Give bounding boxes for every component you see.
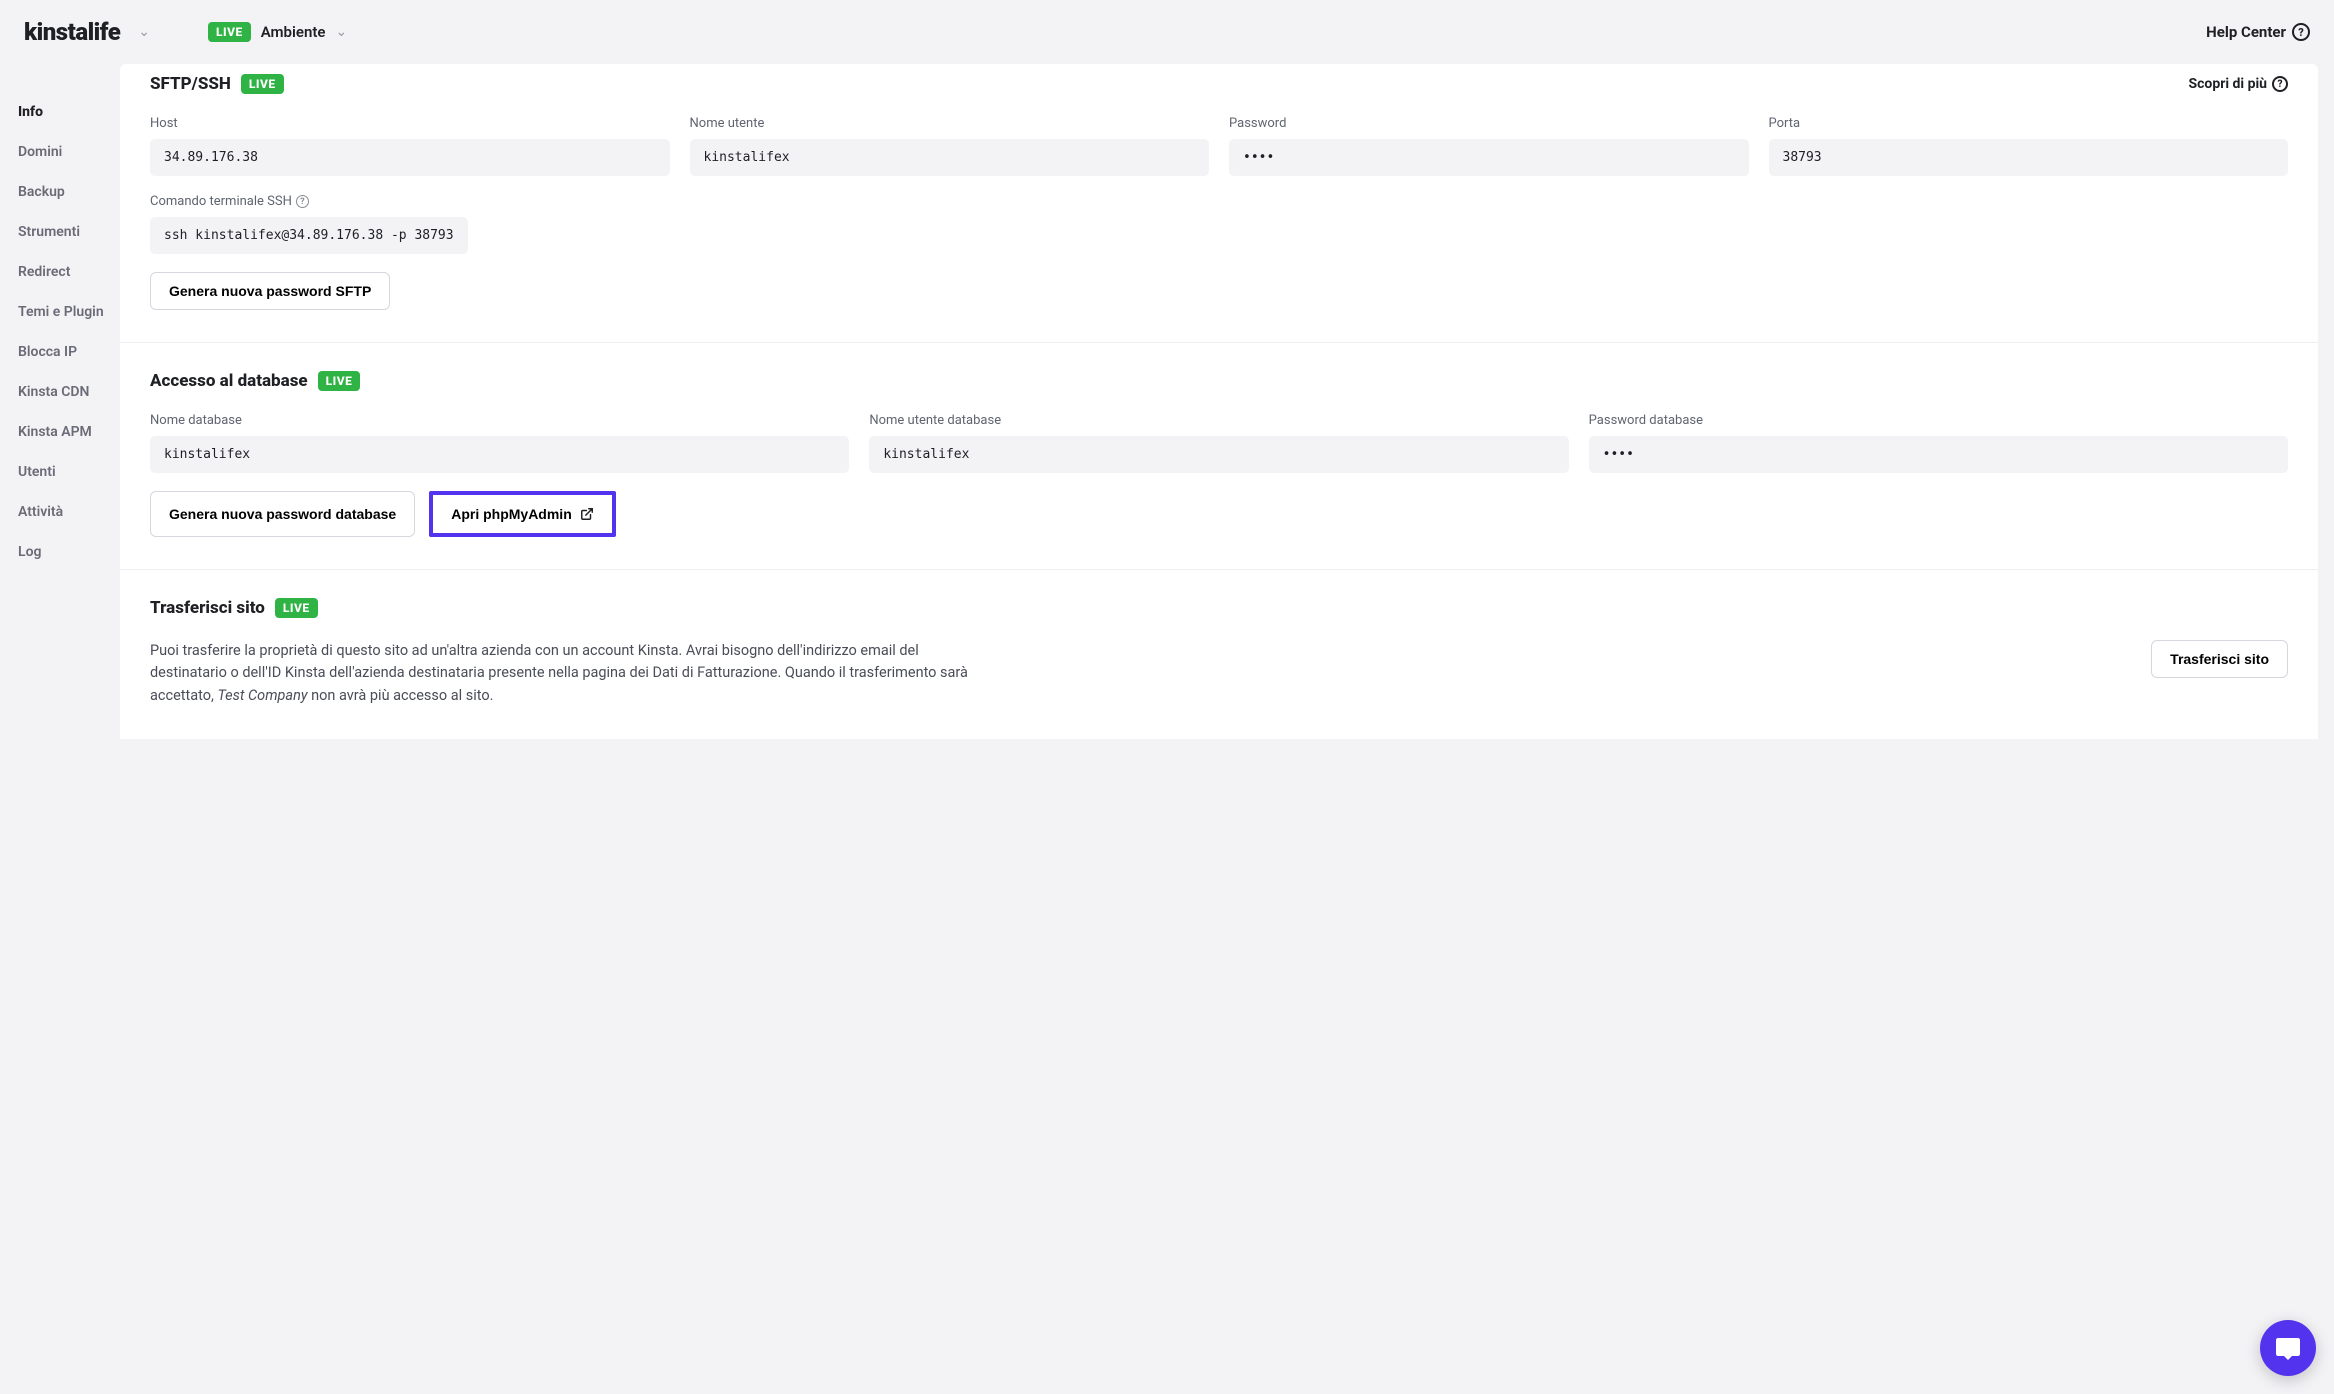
ssh-cmd-label-text: Comando terminale SSH bbox=[150, 194, 292, 209]
ssh-command-value[interactable]: ssh kinstalifex@34.89.176.38 -p 38793 bbox=[150, 217, 468, 254]
transfer-site-button[interactable]: Trasferisci sito bbox=[2151, 640, 2288, 678]
sftp-password-label: Password bbox=[1229, 116, 1749, 131]
sidebar-item-temi[interactable]: Temi e Plugin bbox=[18, 304, 120, 320]
sidebar: Info Domini Backup Strumenti Redirect Te… bbox=[0, 64, 120, 739]
db-name-value[interactable]: kinstalifex bbox=[150, 436, 849, 473]
ssh-command-field: Comando terminale SSH ? ssh kinstalifex@… bbox=[150, 194, 468, 254]
sftp-host-value[interactable]: 34.89.176.38 bbox=[150, 139, 670, 176]
live-badge: LIVE bbox=[241, 74, 284, 94]
sftp-title-text: SFTP/SSH bbox=[150, 74, 231, 94]
site-switcher-chevron-icon[interactable]: ⌄ bbox=[138, 24, 150, 40]
sidebar-item-kinsta-apm[interactable]: Kinsta APM bbox=[18, 424, 120, 440]
db-user-value[interactable]: kinstalifex bbox=[869, 436, 1568, 473]
sidebar-item-utenti[interactable]: Utenti bbox=[18, 464, 120, 480]
sftp-password-value[interactable]: •••• bbox=[1229, 139, 1749, 176]
site-logo[interactable]: kinstalife bbox=[24, 18, 120, 46]
transfer-title-text: Trasferisci sito bbox=[150, 598, 265, 618]
help-icon[interactable]: ? bbox=[296, 195, 309, 208]
environment-switcher[interactable]: LIVE Ambiente ⌄ bbox=[208, 22, 347, 42]
db-user-label: Nome utente database bbox=[869, 413, 1568, 428]
sidebar-item-strumenti[interactable]: Strumenti bbox=[18, 224, 120, 240]
ssh-command-label: Comando terminale SSH ? bbox=[150, 194, 468, 209]
main-content: SFTP/SSH LIVE Scopri di più ? Host 34.89… bbox=[120, 64, 2318, 739]
sftp-port-field: Porta 38793 bbox=[1769, 116, 2289, 176]
sidebar-item-log[interactable]: Log bbox=[18, 544, 120, 560]
chat-widget-button[interactable] bbox=[2260, 1320, 2316, 1376]
transfer-description: Puoi trasferire la proprietà di questo s… bbox=[150, 640, 970, 707]
learn-more-text: Scopri di più bbox=[2189, 76, 2268, 92]
help-icon: ? bbox=[2292, 23, 2310, 41]
db-name-field: Nome database kinstalifex bbox=[150, 413, 849, 473]
transfer-desc-suffix: non avrà più accesso al sito. bbox=[308, 687, 494, 704]
sftp-section-title: SFTP/SSH LIVE bbox=[150, 74, 284, 94]
help-center-link[interactable]: Help Center ? bbox=[2206, 23, 2310, 41]
sidebar-item-info[interactable]: Info bbox=[18, 104, 120, 120]
sidebar-item-attivita[interactable]: Attività bbox=[18, 504, 120, 520]
db-section-title: Accesso al database LIVE bbox=[150, 371, 360, 391]
db-user-field: Nome utente database kinstalifex bbox=[869, 413, 1568, 473]
topbar-left: kinstalife ⌄ LIVE Ambiente ⌄ bbox=[24, 18, 347, 46]
transfer-company: Test Company bbox=[217, 687, 307, 704]
sftp-host-field: Host 34.89.176.38 bbox=[150, 116, 670, 176]
db-password-label: Password database bbox=[1589, 413, 2288, 428]
sftp-user-field: Nome utente kinstalifex bbox=[690, 116, 1210, 176]
sidebar-item-kinsta-cdn[interactable]: Kinsta CDN bbox=[18, 384, 120, 400]
sidebar-item-domini[interactable]: Domini bbox=[18, 144, 120, 160]
sftp-port-label: Porta bbox=[1769, 116, 2289, 131]
section-sftp: SFTP/SSH LIVE Scopri di più ? Host 34.89… bbox=[120, 64, 2318, 343]
section-transfer: Trasferisci sito LIVE Puoi trasferire la… bbox=[120, 598, 2318, 739]
open-phpmyadmin-button[interactable]: Apri phpMyAdmin bbox=[429, 491, 616, 537]
section-database: Accesso al database LIVE Nome database k… bbox=[120, 371, 2318, 570]
live-badge: LIVE bbox=[318, 371, 361, 391]
sidebar-item-blocca-ip[interactable]: Blocca IP bbox=[18, 344, 120, 360]
sftp-port-value[interactable]: 38793 bbox=[1769, 139, 2289, 176]
chat-icon bbox=[2274, 1334, 2302, 1362]
transfer-section-title: Trasferisci sito LIVE bbox=[150, 598, 318, 618]
open-phpmyadmin-text: Apri phpMyAdmin bbox=[451, 506, 572, 522]
environment-label: Ambiente bbox=[261, 23, 326, 41]
sidebar-item-backup[interactable]: Backup bbox=[18, 184, 120, 200]
sftp-user-value[interactable]: kinstalifex bbox=[690, 139, 1210, 176]
db-password-field: Password database •••• bbox=[1589, 413, 2288, 473]
help-icon: ? bbox=[2272, 76, 2288, 92]
db-name-label: Nome database bbox=[150, 413, 849, 428]
sftp-learn-more-link[interactable]: Scopri di più ? bbox=[2189, 76, 2289, 92]
generate-db-password-button[interactable]: Genera nuova password database bbox=[150, 491, 415, 537]
generate-sftp-password-button[interactable]: Genera nuova password SFTP bbox=[150, 272, 390, 310]
sidebar-item-redirect[interactable]: Redirect bbox=[18, 264, 120, 280]
sftp-user-label: Nome utente bbox=[690, 116, 1210, 131]
external-link-icon bbox=[580, 507, 594, 521]
sftp-password-field: Password •••• bbox=[1229, 116, 1749, 176]
db-password-value[interactable]: •••• bbox=[1589, 436, 2288, 473]
live-badge: LIVE bbox=[275, 598, 318, 618]
live-badge: LIVE bbox=[208, 22, 251, 42]
help-center-text: Help Center bbox=[2206, 23, 2286, 41]
chevron-down-icon: ⌄ bbox=[335, 24, 347, 40]
db-title-text: Accesso al database bbox=[150, 371, 308, 391]
topbar: kinstalife ⌄ LIVE Ambiente ⌄ Help Center… bbox=[0, 0, 2334, 64]
sftp-host-label: Host bbox=[150, 116, 670, 131]
